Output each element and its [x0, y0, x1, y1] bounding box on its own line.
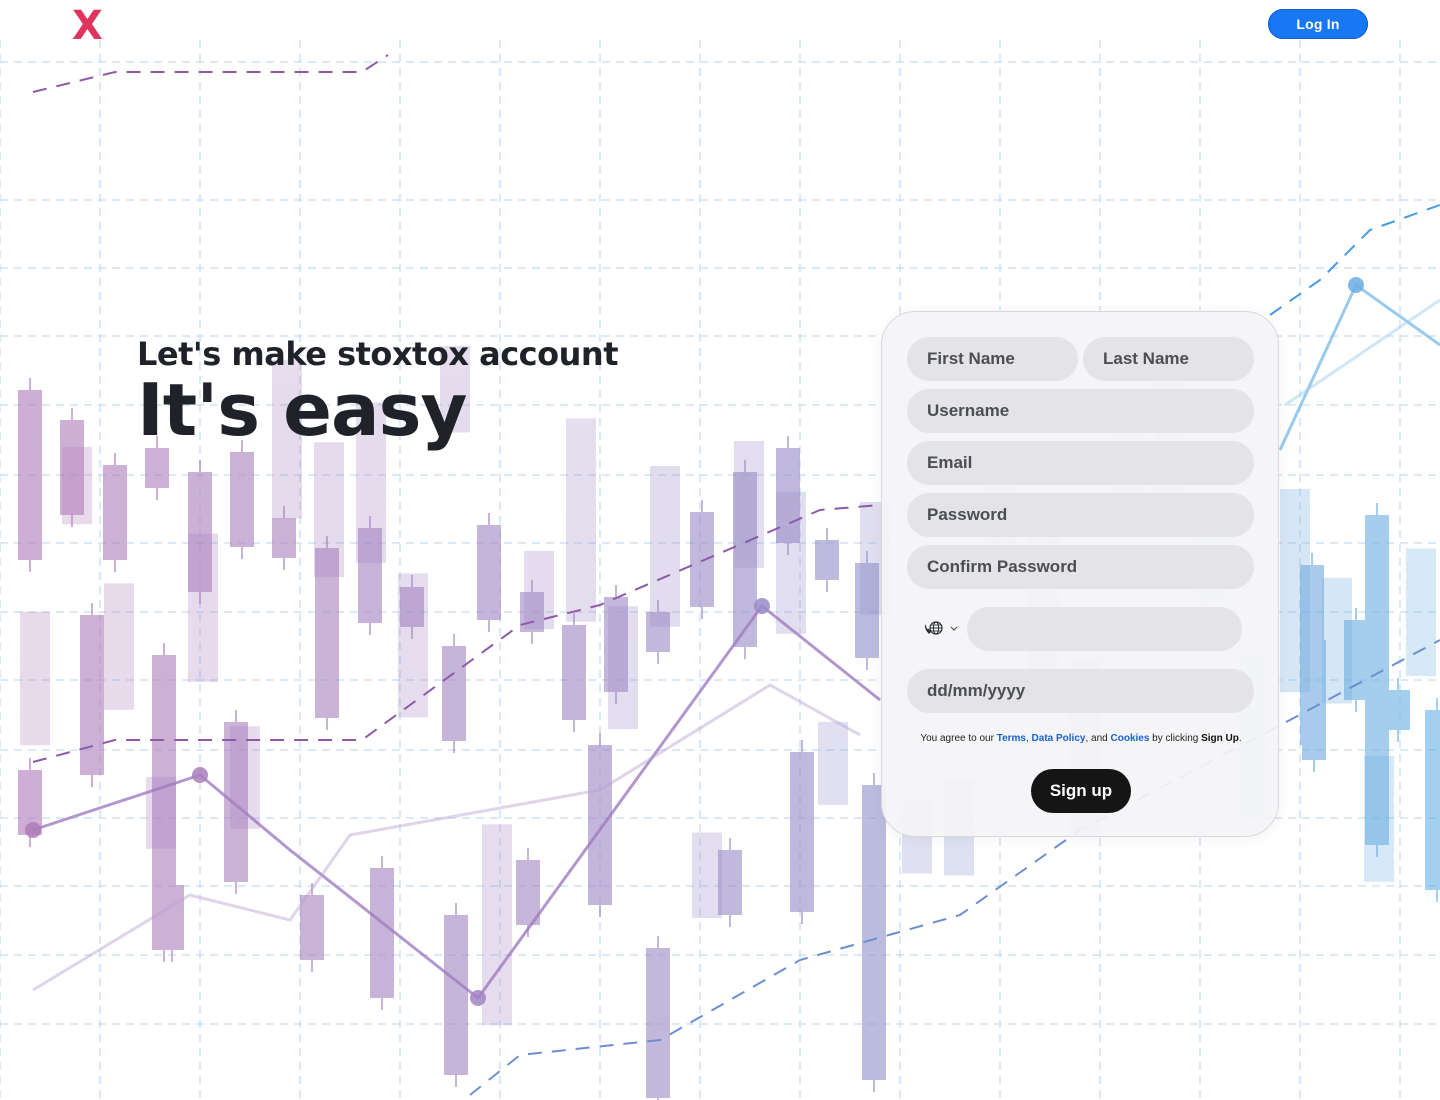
signup-form-card: You agree to our Terms, Data Policy, and…: [881, 311, 1279, 837]
candle-body: [862, 785, 886, 1080]
trend-line-right: [1278, 282, 1440, 451]
candle-body: [442, 646, 466, 741]
candle-body: [646, 948, 670, 1098]
hero-title: It's easy: [137, 368, 467, 452]
password-input[interactable]: [907, 493, 1254, 537]
chevron-down-icon: [950, 626, 958, 632]
candle-body: [358, 528, 382, 623]
candle-body: [188, 472, 212, 592]
trend-line-right-soft: [1284, 298, 1440, 407]
trend-dashed-right: [1269, 204, 1440, 316]
data-policy-link[interactable]: Data Policy: [1032, 733, 1086, 744]
agree-suffix: by clicking: [1149, 733, 1202, 744]
candle-faint: [104, 583, 134, 710]
phone-globe-icon: [922, 620, 948, 638]
candle-body: [18, 390, 42, 560]
candle-body: [224, 722, 248, 882]
chart-point: [25, 822, 41, 838]
candle-body: [315, 548, 339, 718]
candle-faint: [692, 832, 722, 919]
candle-body: [520, 592, 544, 632]
terms-link[interactable]: Terms: [997, 733, 1026, 744]
agree-middle: , and: [1085, 733, 1111, 744]
candle-faint: [1406, 548, 1436, 677]
candle-body: [145, 448, 169, 488]
candle-body: [230, 452, 254, 547]
candle-body: [80, 615, 104, 775]
candle-body: [370, 868, 394, 998]
candle-faint: [818, 721, 848, 805]
candle-body: [1386, 690, 1410, 730]
candle-body: [1365, 515, 1389, 845]
chart-point: [192, 767, 208, 783]
username-input[interactable]: [907, 389, 1254, 433]
last-name-input[interactable]: [1083, 337, 1254, 381]
login-button[interactable]: Log In: [1268, 9, 1368, 39]
agree-prefix: You agree to our: [920, 733, 997, 744]
logo[interactable]: X: [72, 6, 103, 46]
candle-body: [400, 587, 424, 627]
candle-body: [1344, 620, 1368, 700]
candle-body: [815, 540, 839, 580]
candle-body: [272, 518, 296, 558]
date-of-birth-input[interactable]: [907, 669, 1254, 713]
candle-body: [1425, 710, 1440, 890]
candle-body: [855, 563, 879, 658]
hero-section: Let's make stoxtox account It's easy: [137, 335, 618, 453]
terms-agreement-text: You agree to our Terms, Data Policy, and…: [882, 733, 1280, 744]
chart-point: [1348, 277, 1364, 293]
candle-faint: [20, 611, 50, 746]
agree-period: .: [1238, 733, 1242, 744]
candle-body: [444, 915, 468, 1075]
candle-body: [160, 885, 184, 950]
cookies-link[interactable]: Cookies: [1111, 733, 1150, 744]
candle-body: [60, 420, 84, 515]
agree-action: Sign Up: [1201, 733, 1239, 744]
candle-faint: [650, 466, 680, 627]
phone-input[interactable]: [967, 607, 1242, 651]
trend-dashed-top: [32, 54, 389, 93]
chart-point: [470, 990, 486, 1006]
chart-point: [754, 598, 770, 614]
phone-country-selector[interactable]: [922, 618, 966, 640]
candle-body: [690, 512, 714, 607]
signup-button[interactable]: Sign up: [1031, 769, 1131, 813]
email-input[interactable]: [907, 441, 1254, 485]
candle-body: [718, 850, 742, 915]
candle-body: [103, 465, 127, 560]
first-name-input[interactable]: [907, 337, 1078, 381]
candle-body: [588, 745, 612, 905]
candle-faint: [482, 824, 512, 1026]
confirm-password-input[interactable]: [907, 545, 1254, 589]
candle-body: [776, 448, 800, 543]
candle-body: [733, 472, 757, 647]
candle-body: [300, 895, 324, 960]
candle-body: [562, 625, 586, 720]
candle-body: [1300, 565, 1324, 745]
candle-body: [790, 752, 814, 912]
candle-body: [646, 612, 670, 652]
candle-body: [477, 525, 501, 620]
candle-body: [604, 597, 628, 692]
